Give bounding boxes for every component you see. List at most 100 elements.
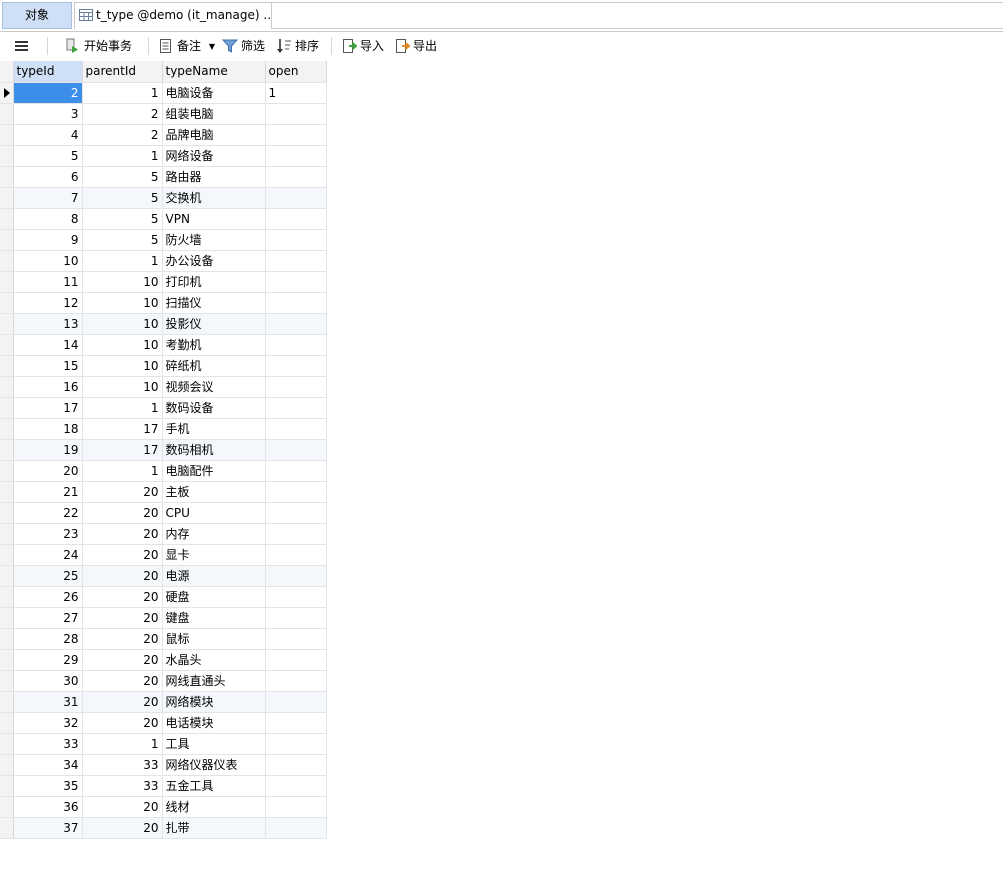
row-indicator[interactable] [0, 376, 14, 398]
cell-typeid[interactable]: 12 [13, 292, 83, 314]
row-indicator[interactable] [0, 334, 14, 356]
cell-typeid[interactable]: 36 [13, 796, 83, 818]
cell-typename[interactable]: 键盘 [162, 607, 266, 629]
table-row[interactable]: 13 10 投影仪 [0, 313, 327, 335]
cell-parentid[interactable]: 1 [82, 250, 163, 272]
cell-typename[interactable]: 打印机 [162, 271, 266, 293]
table-row[interactable]: 15 10 碎纸机 [0, 355, 327, 377]
table-row[interactable]: 30 20 网线直通头 [0, 670, 327, 692]
cell-typename[interactable]: 线材 [162, 796, 266, 818]
cell-typeid[interactable]: 4 [13, 124, 83, 146]
cell-typename[interactable]: 扎带 [162, 817, 266, 839]
cell-parentid[interactable]: 20 [82, 691, 163, 713]
row-indicator[interactable] [0, 418, 14, 440]
row-indicator[interactable] [0, 712, 14, 734]
cell-typeid[interactable]: 23 [13, 523, 83, 545]
table-row[interactable]: 25 20 电源 [0, 565, 327, 587]
cell-typename[interactable]: 显卡 [162, 544, 266, 566]
row-indicator[interactable] [0, 817, 14, 839]
cell-parentid[interactable]: 10 [82, 313, 163, 335]
cell-typename[interactable]: 工具 [162, 733, 266, 755]
cell-typename[interactable]: 手机 [162, 418, 266, 440]
cell-parentid[interactable]: 20 [82, 523, 163, 545]
row-indicator[interactable] [0, 691, 14, 713]
tab-table-t-type[interactable]: t_type @demo (it_manage) ... [74, 2, 275, 29]
cell-open[interactable] [265, 418, 327, 440]
cell-typename[interactable]: 内存 [162, 523, 266, 545]
cell-open[interactable] [265, 229, 327, 251]
row-indicator[interactable] [0, 292, 14, 314]
cell-open[interactable] [265, 502, 327, 524]
table-row[interactable]: 21 20 主板 [0, 481, 327, 503]
cell-parentid[interactable]: 20 [82, 670, 163, 692]
table-row[interactable]: 16 10 视频会议 [0, 376, 327, 398]
cell-typeid[interactable]: 30 [13, 670, 83, 692]
sort-button[interactable]: 排序 [276, 36, 319, 56]
cell-typename[interactable]: 电脑设备 [162, 82, 266, 104]
table-row[interactable]: 2 1 电脑设备 1 [0, 82, 327, 104]
row-indicator[interactable] [0, 145, 14, 167]
row-indicator[interactable] [0, 649, 14, 671]
table-row[interactable]: 22 20 CPU [0, 502, 327, 524]
cell-typeid[interactable]: 6 [13, 166, 83, 188]
cell-typeid[interactable]: 18 [13, 418, 83, 440]
table-row[interactable]: 34 33 网络仪器仪表 [0, 754, 327, 776]
cell-typeid[interactable]: 31 [13, 691, 83, 713]
cell-parentid[interactable]: 33 [82, 754, 163, 776]
cell-typename[interactable]: 网络模块 [162, 691, 266, 713]
cell-typeid[interactable]: 28 [13, 628, 83, 650]
cell-open[interactable] [265, 670, 327, 692]
cell-typename[interactable]: 鼠标 [162, 628, 266, 650]
cell-open[interactable] [265, 292, 327, 314]
row-indicator[interactable] [0, 502, 14, 524]
table-row[interactable]: 33 1 工具 [0, 733, 327, 755]
table-row[interactable]: 32 20 电话模块 [0, 712, 327, 734]
row-indicator[interactable] [0, 166, 14, 188]
cell-typeid[interactable]: 11 [13, 271, 83, 293]
table-row[interactable]: 20 1 电脑配件 [0, 460, 327, 482]
begin-transaction-button[interactable]: 开始事务 [65, 36, 132, 56]
cell-typeid[interactable]: 21 [13, 481, 83, 503]
table-row[interactable]: 9 5 防火墙 [0, 229, 327, 251]
cell-typename[interactable]: 防火墙 [162, 229, 266, 251]
row-indicator[interactable] [0, 523, 14, 545]
column-header-open[interactable]: open [265, 61, 327, 83]
table-row[interactable]: 12 10 扫描仪 [0, 292, 327, 314]
column-header-typename[interactable]: typeName [162, 61, 266, 83]
cell-parentid[interactable]: 20 [82, 607, 163, 629]
row-indicator[interactable] [0, 82, 14, 104]
cell-open[interactable] [265, 103, 327, 125]
cell-open[interactable] [265, 376, 327, 398]
row-indicator[interactable] [0, 628, 14, 650]
row-indicator[interactable] [0, 397, 14, 419]
table-row[interactable]: 14 10 考勤机 [0, 334, 327, 356]
table-row[interactable]: 18 17 手机 [0, 418, 327, 440]
cell-parentid[interactable]: 20 [82, 796, 163, 818]
cell-parentid[interactable]: 20 [82, 628, 163, 650]
cell-open[interactable] [265, 523, 327, 545]
cell-parentid[interactable]: 20 [82, 544, 163, 566]
cell-typename[interactable]: 电脑配件 [162, 460, 266, 482]
cell-typename[interactable]: 电源 [162, 565, 266, 587]
table-row[interactable]: 28 20 鼠标 [0, 628, 327, 650]
row-indicator[interactable] [0, 439, 14, 461]
cell-open[interactable] [265, 796, 327, 818]
column-header-parentid[interactable]: parentId [82, 61, 163, 83]
cell-parentid[interactable]: 20 [82, 565, 163, 587]
cell-parentid[interactable]: 10 [82, 292, 163, 314]
memo-button[interactable]: 备注 ▼ [158, 36, 215, 56]
cell-typename[interactable]: 投影仪 [162, 313, 266, 335]
cell-typeid[interactable]: 34 [13, 754, 83, 776]
row-indicator[interactable] [0, 607, 14, 629]
cell-parentid[interactable]: 1 [82, 145, 163, 167]
table-row[interactable]: 8 5 VPN [0, 208, 327, 230]
cell-open[interactable] [265, 712, 327, 734]
cell-parentid[interactable]: 17 [82, 439, 163, 461]
cell-parentid[interactable]: 1 [82, 397, 163, 419]
table-row[interactable]: 29 20 水晶头 [0, 649, 327, 671]
export-button[interactable]: 导出 [394, 36, 437, 56]
cell-open[interactable] [265, 649, 327, 671]
cell-typeid[interactable]: 29 [13, 649, 83, 671]
cell-typename[interactable]: 主板 [162, 481, 266, 503]
cell-open[interactable] [265, 187, 327, 209]
